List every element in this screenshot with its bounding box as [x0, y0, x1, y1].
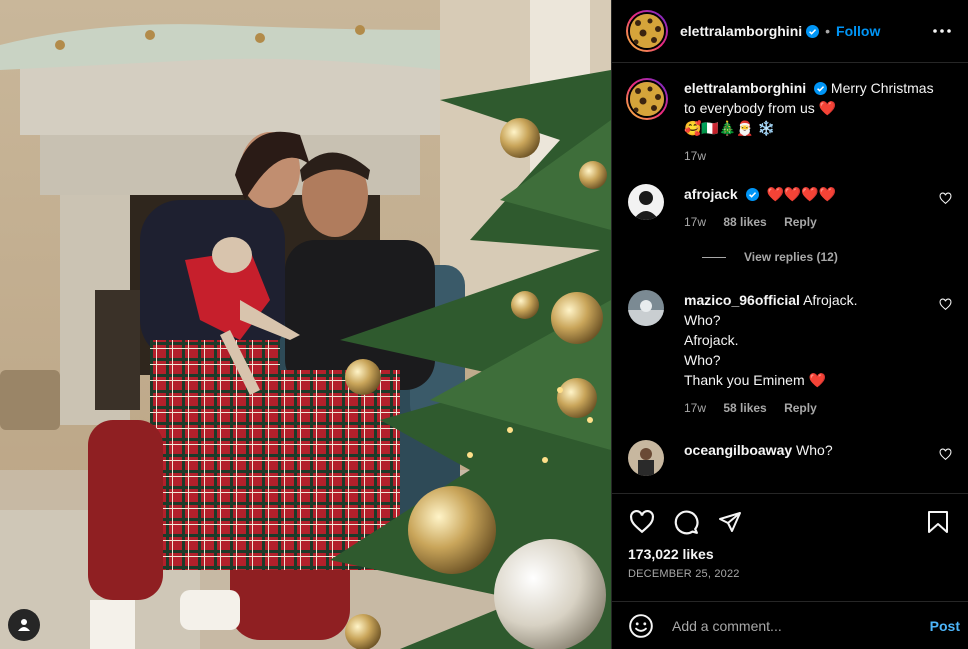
- replies-line: [702, 256, 726, 258]
- like-count[interactable]: 173,022 likes: [628, 546, 952, 562]
- caption-timestamp[interactable]: 17w: [684, 149, 706, 163]
- commenter-username[interactable]: afrojack: [684, 186, 738, 202]
- comment-likes[interactable]: 88 likes: [723, 215, 766, 229]
- comment-timestamp[interactable]: 17w: [684, 215, 706, 229]
- comment-like-heart-icon[interactable]: [939, 298, 952, 311]
- commenter-username[interactable]: oceangilboaway: [684, 442, 792, 458]
- bookmark-icon: [928, 511, 948, 533]
- comment-text-line3: Afrojack.: [684, 332, 739, 348]
- save-button[interactable]: [924, 508, 952, 536]
- caption: elettralamborghini Merry Christmas to ev…: [626, 78, 952, 166]
- view-replies-button[interactable]: View replies (12): [702, 250, 952, 264]
- follow-button[interactable]: Follow: [836, 23, 880, 39]
- emoji-icon[interactable]: [628, 613, 654, 639]
- leopard-avatar-image: [630, 82, 664, 116]
- author-username[interactable]: elettralamborghini: [680, 23, 802, 39]
- comment-like-heart-icon[interactable]: [939, 448, 952, 461]
- avatar-image: [628, 440, 664, 476]
- comment-item: mazico_96official Afrojack. Who? Afrojac…: [626, 290, 952, 418]
- caption-author-avatar[interactable]: [626, 78, 668, 120]
- comment-text-line4: Who?: [684, 352, 721, 368]
- comment-icon: [674, 510, 699, 535]
- avatar-image: [628, 184, 664, 220]
- reply-button[interactable]: Reply: [784, 401, 817, 415]
- post-actions: 173,022 likes DECEMBER 25, 2022: [612, 493, 968, 601]
- post-header: elettralamborghini • Follow: [612, 0, 968, 63]
- author-avatar[interactable]: [626, 10, 668, 52]
- caption-emoji-line: 🥰🇮🇹🎄🎅 ❄️: [684, 120, 776, 136]
- avatar-image: [628, 290, 664, 326]
- comment-composer: Post: [612, 601, 968, 649]
- header-separator: •: [825, 23, 831, 39]
- comment-like-heart-icon[interactable]: [939, 192, 952, 205]
- comments-list[interactable]: elettralamborghini Merry Christmas to ev…: [612, 64, 968, 492]
- post-side-panel: elettralamborghini • Follow elettralambo…: [611, 0, 968, 649]
- more-options-button[interactable]: [930, 19, 954, 43]
- reply-button[interactable]: Reply: [784, 215, 817, 229]
- christmas-photo-illustration: [0, 0, 611, 649]
- heart-icon: [630, 509, 654, 534]
- post-comment-button[interactable]: Post: [930, 618, 960, 634]
- commenter-avatar[interactable]: [628, 440, 664, 476]
- commenter-avatar[interactable]: [628, 290, 664, 326]
- commenter-username[interactable]: mazico_96official: [684, 292, 800, 308]
- comment-item: oceangilboaway Who?: [626, 440, 952, 476]
- verified-badge-icon: [745, 188, 759, 201]
- share-icon: [719, 512, 741, 532]
- user-tag-icon: [18, 619, 30, 631]
- verified-badge-icon: [806, 24, 820, 38]
- comment-text-line2: Who?: [684, 312, 721, 328]
- comment-text-line5: Thank you Eminem: [684, 372, 805, 388]
- comment-button[interactable]: [672, 508, 700, 536]
- comment-hearts: ❤️: [808, 372, 826, 388]
- more-options-icon: [933, 29, 951, 33]
- post-photo[interactable]: [0, 0, 611, 649]
- comment-item: afrojack ❤️❤️❤️❤️ 17w 88 likes Reply: [626, 184, 952, 232]
- caption-heart-emoji: ❤️: [818, 100, 837, 116]
- verified-badge-icon: [814, 82, 828, 95]
- comment-text: Who?: [796, 442, 833, 458]
- comment-text: Afrojack.: [803, 292, 858, 308]
- comment-likes[interactable]: 58 likes: [723, 401, 766, 415]
- comment-hearts: ❤️❤️❤️❤️: [766, 186, 837, 202]
- caption-username[interactable]: elettralamborghini: [684, 80, 806, 96]
- view-replies-label: View replies (12): [744, 250, 838, 264]
- like-button[interactable]: [628, 508, 656, 536]
- commenter-avatar[interactable]: [628, 184, 664, 220]
- post-date[interactable]: DECEMBER 25, 2022: [628, 568, 952, 580]
- share-button[interactable]: [716, 508, 744, 536]
- comment-timestamp[interactable]: 17w: [684, 401, 706, 415]
- comment-input[interactable]: [672, 617, 930, 634]
- user-tag-button[interactable]: [8, 609, 40, 641]
- leopard-avatar-image: [630, 14, 664, 48]
